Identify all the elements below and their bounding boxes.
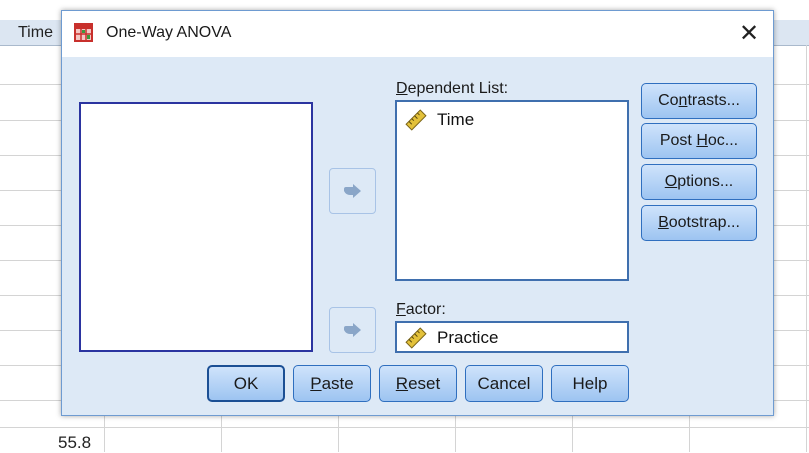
factor-label: Factor: <box>396 301 446 318</box>
bootstrap-button[interactable]: Bootstrap... <box>641 205 757 241</box>
dialog-titlebar[interactable]: One-Way ANOVA ✕ <box>62 11 773 57</box>
list-item-label: Time <box>437 110 475 129</box>
post-hoc-button[interactable]: Post Hoc... <box>641 123 757 159</box>
scale-ruler-icon <box>405 327 427 349</box>
reset-button[interactable]: Reset <box>379 365 457 402</box>
close-icon[interactable]: ✕ <box>736 21 762 47</box>
options-button[interactable]: Options... <box>641 164 757 200</box>
scale-ruler-icon <box>405 109 427 131</box>
cancel-button[interactable]: Cancel <box>465 365 543 402</box>
grid-col-line <box>806 45 807 452</box>
dependent-list-label: Dependent List: <box>396 80 509 97</box>
spss-data-grid-icon <box>74 23 93 42</box>
source-variable-list[interactable] <box>79 102 313 352</box>
grid-row-line <box>0 427 809 428</box>
move-to-dependent-button[interactable] <box>329 168 376 214</box>
list-item[interactable]: Time <box>405 108 474 132</box>
move-to-factor-button[interactable] <box>329 307 376 353</box>
help-button[interactable]: Help <box>551 365 629 402</box>
dialog-title: One-Way ANOVA <box>106 24 232 41</box>
move-right-arrow-icon <box>343 184 361 198</box>
factor-field[interactable]: Practice <box>395 321 629 353</box>
contrasts-button[interactable]: Contrasts... <box>641 83 757 119</box>
move-right-arrow-icon <box>343 323 361 337</box>
paste-button[interactable]: Paste <box>293 365 371 402</box>
factor-item[interactable]: Practice <box>405 326 498 350</box>
grid-cell-value[interactable]: 55.8 <box>58 433 91 453</box>
one-way-anova-dialog: One-Way ANOVA ✕ Dependent List: Time Fac… <box>61 10 774 416</box>
dependent-list[interactable]: Time <box>395 100 629 281</box>
column-header-time[interactable]: Time <box>0 20 64 45</box>
ok-button[interactable]: OK <box>207 365 285 402</box>
factor-item-label: Practice <box>437 328 499 347</box>
